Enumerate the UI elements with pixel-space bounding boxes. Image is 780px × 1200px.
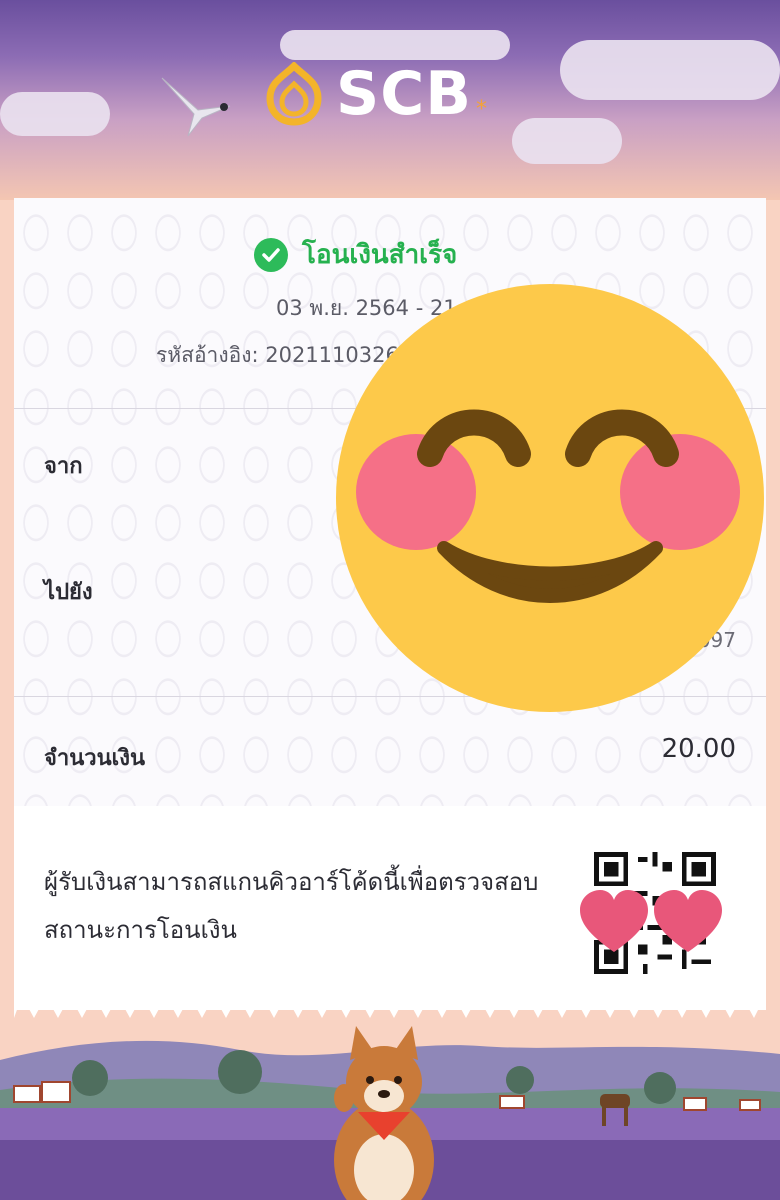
bird-icon	[161, 77, 231, 137]
heart-icon	[580, 890, 722, 952]
from-label: จาก	[44, 454, 83, 479]
check-circle-icon	[254, 237, 288, 272]
cloud	[560, 40, 780, 100]
cloud	[0, 92, 110, 136]
cloud	[512, 118, 622, 164]
status-text: โอนเงินสำเร็จ	[302, 240, 458, 270]
to-label: ไปยัง	[44, 580, 93, 605]
amount-label: จำนวนเงิน	[44, 746, 145, 771]
brand-name: SCB	[336, 59, 472, 129]
reference-label: รหัสอ้างอิง:	[156, 343, 259, 367]
qr-note: ผู้รับเงินสามารถสแกนคิวอาร์โค้ดนี้เพื่อต…	[44, 868, 539, 944]
scb-logo-icon	[266, 62, 322, 126]
brand-star: *	[475, 96, 487, 122]
lavender-landscape	[0, 1020, 780, 1200]
receipt-zigzag-edge	[14, 994, 766, 1018]
smiling-emoji-icon	[336, 284, 764, 712]
status-row: โอนเงินสำเร็จ	[254, 234, 457, 275]
scb-logo: SCB *	[262, 62, 487, 126]
amount-value: 20.00	[661, 734, 736, 764]
cloud	[280, 30, 510, 60]
